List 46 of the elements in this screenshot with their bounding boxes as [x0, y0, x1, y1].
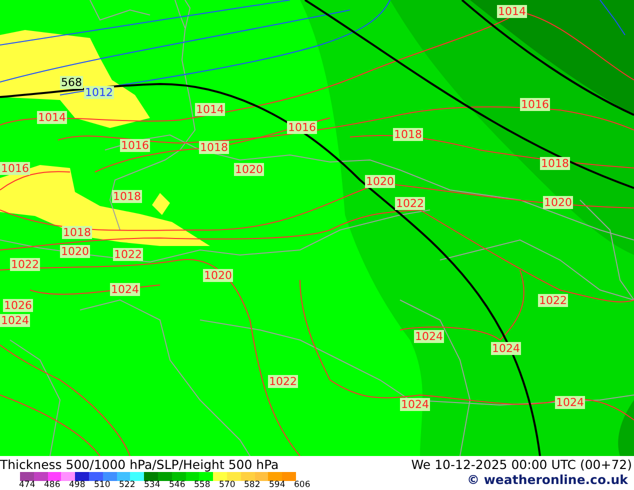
valid-time: We 10-12-2025 00:00 UTC (00+72): [411, 457, 632, 472]
legend-tick-label: 486: [44, 481, 60, 490]
isobar-label: 1018: [540, 157, 570, 170]
isobar-label: 1018: [393, 128, 423, 141]
legend-tick-label: 582: [244, 481, 260, 490]
copyright-link[interactable]: © weatheronline.co.uk: [467, 472, 628, 490]
isobar-label: 1022: [10, 258, 40, 271]
isobar-label: 1014: [497, 5, 527, 18]
legend-tick-label: 522: [119, 481, 136, 490]
isobar-label: 1012: [84, 86, 114, 99]
isobar-label: 1026: [3, 299, 33, 312]
isobar-label: 1018: [62, 226, 92, 239]
isobar-label: 1018: [112, 190, 142, 203]
isobar-label: 1024: [414, 330, 444, 343]
legend-tick-label: 534: [144, 481, 160, 490]
isobar-label: 1014: [195, 103, 225, 116]
isobar-label: 1024: [400, 398, 430, 411]
isobar-label: 1020: [365, 175, 395, 188]
isobar-label: 1024: [491, 342, 521, 355]
isobar-label: 1024: [0, 314, 30, 327]
isobar-label: 1022: [268, 375, 298, 388]
isobar-label: 1022: [113, 248, 143, 261]
isobar-label: 1016: [520, 98, 550, 111]
map-title: Thickness 500/1000 hPa/SLP/Height 500 hPa: [0, 457, 279, 472]
isobar-label: 1018: [199, 141, 229, 154]
isobar-label: 1020: [543, 196, 573, 209]
legend-tick-label: 474: [19, 481, 36, 490]
isobar-label: 1022: [395, 197, 425, 210]
isobar-label: 1022: [538, 294, 568, 307]
isobar-label: 1024: [110, 283, 140, 296]
isobar-label: 1020: [203, 269, 233, 282]
isobar-label: 1024: [555, 396, 585, 409]
legend-tick-label: 558: [194, 481, 210, 490]
legend-tick-label: 510: [94, 481, 110, 490]
isobar-label: 1016: [0, 162, 30, 175]
isobar-label: 1016: [120, 139, 150, 152]
legend-tick-label: 546: [169, 481, 186, 490]
isobar-label: 1016: [287, 121, 317, 134]
legend-tick-label: 594: [269, 481, 286, 490]
thickness-label: 568: [60, 76, 83, 89]
isobar-label: 1014: [37, 111, 67, 124]
legend-tick-label: 570: [219, 481, 236, 490]
isobar-label: 1020: [234, 163, 264, 176]
legend-tick-label: 498: [69, 481, 86, 490]
legend-tick-label: 606: [294, 481, 310, 490]
isobar-label: 1020: [60, 245, 90, 258]
